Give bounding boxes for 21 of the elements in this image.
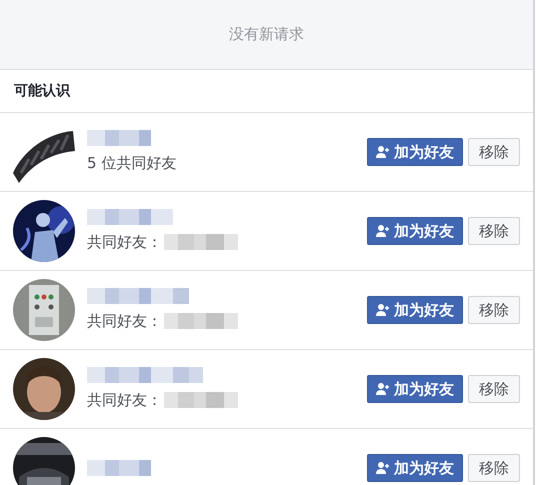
mutual-friends-text: 共同好友： <box>87 390 162 411</box>
remove-button[interactable]: 移除 <box>468 454 520 482</box>
remove-button[interactable]: 移除 <box>468 217 520 245</box>
add-person-icon <box>376 224 390 238</box>
section-title: 可能认识 <box>14 82 70 100</box>
remove-button[interactable]: 移除 <box>468 296 520 324</box>
add-person-icon <box>376 461 390 475</box>
add-friend-button[interactable]: 加为好友 <box>367 217 463 245</box>
add-person-icon <box>376 382 390 396</box>
add-friend-button[interactable]: 加为好友 <box>367 138 463 166</box>
add-friend-button[interactable]: 加为好友 <box>367 454 463 482</box>
mutual-friends-text: 共同好友： <box>87 232 162 253</box>
remove-button[interactable]: 移除 <box>468 375 520 403</box>
add-person-icon <box>376 303 390 317</box>
remove-button[interactable]: 移除 <box>468 138 520 166</box>
add-friend-button[interactable]: 加为好友 <box>367 296 463 324</box>
add-person-icon <box>376 145 390 159</box>
mutual-friends-text: 5 位共同好友 <box>87 152 176 174</box>
empty-requests-message: 没有新请求 <box>229 24 304 46</box>
mutual-friends-text: 共同好友： <box>87 310 162 332</box>
add-friend-button[interactable]: 加为好友 <box>367 375 463 403</box>
